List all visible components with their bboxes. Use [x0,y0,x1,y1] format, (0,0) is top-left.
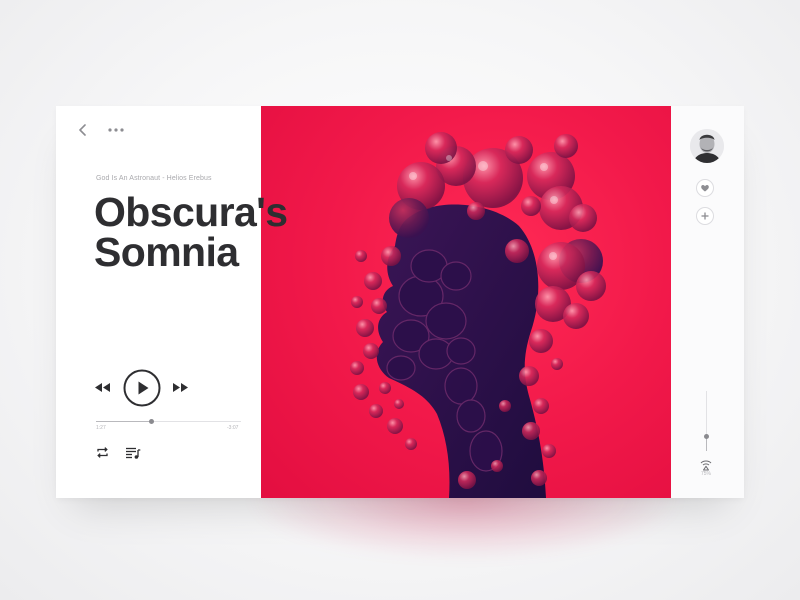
player-card: God Is An Astronaut - Helios Erebus Obsc… [56,106,744,498]
album-artwork-image [350,132,606,498]
album-artwork [261,106,671,498]
volume-value: 75% [700,471,711,477]
playlist-icon [126,447,141,459]
song-title-line-2: Somnia [94,229,239,275]
rewind-button[interactable] [94,381,111,394]
more-options-button[interactable] [107,123,125,137]
play-icon [123,369,161,407]
user-avatar[interactable] [690,129,724,163]
fast-forward-button[interactable] [172,381,189,394]
volume-slider[interactable] [704,391,709,451]
time-elapsed: 1:27 [96,425,106,431]
user-avatar-icon [690,129,724,163]
progress-handle[interactable] [148,419,154,424]
playlist-button[interactable] [125,446,141,459]
player-info-panel: God Is An Astronaut - Helios Erebus Obsc… [56,106,288,498]
repeat-button[interactable] [96,446,109,459]
volume-button[interactable] [699,458,713,471]
play-button[interactable] [123,369,161,407]
volume-handle[interactable] [704,433,709,439]
back-button[interactable] [76,123,90,137]
progress-fill [96,421,152,422]
plus-icon [701,212,709,220]
heart-icon [701,185,709,192]
more-dots-icon [108,128,124,132]
like-button[interactable] [696,179,714,197]
time-remaining: -3:07 [227,425,239,431]
add-to-library-button[interactable] [696,207,714,225]
fast-forward-icon [173,383,188,392]
rewind-icon [95,383,110,392]
chevron-left-icon [79,124,86,136]
speaker-icon [700,460,712,471]
repeat-icon [97,447,108,458]
side-actions-rail: 75% [671,106,744,498]
artist-album-label: God Is An Astronaut - Helios Erebus [96,175,212,182]
progress-bar[interactable] [96,419,241,424]
playback-controls [94,369,204,407]
song-title: Obscura's Somnia [94,192,288,275]
stage: God Is An Astronaut - Helios Erebus Obsc… [0,0,800,600]
